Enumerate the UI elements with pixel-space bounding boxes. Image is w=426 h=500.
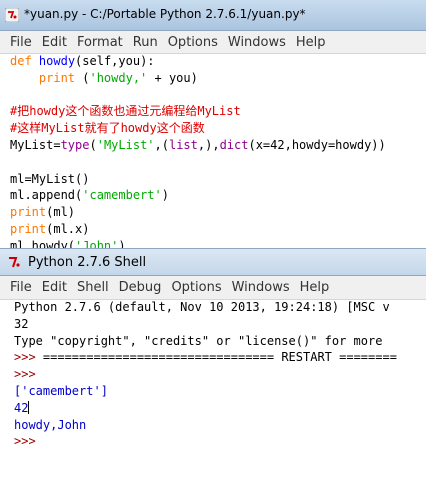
string-literal: 'howdy,' [89,70,148,85]
string-literal: 'John' [75,238,119,248]
menu-run[interactable]: Run [128,32,163,50]
editor-title: *yuan.py - C:/Portable Python 2.7.6.1/yu… [24,7,306,21]
stdout-line-2: 42 [14,400,29,415]
code-line-2: print ('howdy,' + you) [10,71,198,85]
editor-window: *yuan.py - C:/Portable Python 2.7.6.1/yu… [0,0,426,248]
code-line-10: print(ml.x) [10,222,89,236]
menu-format[interactable]: Format [72,32,128,50]
shell-titlebar[interactable]: Python 2.7.6 Shell [0,249,426,276]
menu-options[interactable]: Options [166,276,226,295]
code-text: + you) [147,70,198,85]
text-cursor [28,400,30,414]
code-editor[interactable]: def howdy(self,you): print ('howdy,' + y… [10,53,386,248]
code-line-5: MyList=type('MyList',(list,),dict(x=42,h… [10,138,386,152]
stdout-line-3: howdy,John [14,417,87,432]
menu-debug[interactable]: Debug [114,276,167,295]
code-line-9: print(ml) [10,205,75,219]
shell-output[interactable]: Python 2.7.6 (default, Nov 10 2013, 19:2… [14,299,397,450]
code-line-1: def howdy(self,you): [10,54,155,68]
menu-shell[interactable]: Shell [72,276,114,295]
shell-prompt: >>> [14,434,36,449]
code-text: ( [75,70,90,85]
string-literal: 'MyList' [96,137,155,152]
shell-title: Python 2.7.6 Shell [28,255,147,270]
python-idle-icon [9,257,20,268]
code-text: ,), [197,137,220,152]
shell-prompt: >>> [14,350,36,365]
code-line-11: ml.howdy('John') [10,239,126,248]
code-text: (self,you): [75,54,155,68]
keyword-print: print [38,70,76,85]
menu-windows[interactable]: Windows [223,32,291,50]
code-text: (x=42,howdy=howdy)) [248,137,386,152]
restart-text: ================================ RESTART… [35,350,397,365]
editor-titlebar[interactable]: *yuan.py - C:/Portable Python 2.7.6.1/yu… [0,0,426,31]
code-text: ml.howdy( [10,238,76,248]
code-text: ,( [154,137,169,152]
string-literal: 'camembert' [82,188,162,203]
builtin-dict: dict [219,137,249,152]
builtin-type: type [60,137,90,152]
menu-file[interactable]: File [5,276,37,295]
comment-line-2: #这样MyList就有了howdy这个函数 [10,121,205,136]
menu-options[interactable]: Options [163,32,223,50]
code-text: (ml) [46,205,76,220]
menu-edit[interactable]: Edit [37,276,72,295]
code-line-8: ml.append('camembert') [10,188,169,202]
menu-edit[interactable]: Edit [37,32,72,50]
code-text: ( [89,137,97,152]
keyword-def: def [10,54,32,68]
banner-line-1: Python 2.7.6 (default, Nov 10 2013, 19:2… [14,300,390,314]
stdout-line-1: ['camembert'] [14,383,108,398]
banner-line-3: Type "copyright", "credits" or "license(… [14,333,383,348]
keyword-print: print [10,205,47,220]
comment-line-1: #把howdy这个函数也通过元编程给MyList [10,104,241,119]
builtin-list: list [168,137,198,152]
code-text: ml.append( [10,188,83,203]
code-text: MyList= [10,137,61,152]
keyword-print: print [10,221,47,236]
menu-windows[interactable]: Windows [227,276,295,295]
shell-menubar: File Edit Shell Debug Options Windows Help [0,276,426,300]
menu-file[interactable]: File [5,32,37,50]
editor-menubar: File Edit Format Run Options Windows Help [0,31,426,54]
shell-window: Python 2.7.6 Shell File Edit Shell Debug Opt… [0,248,426,500]
banner-line-2: 32 [14,316,29,331]
code-text: ) [118,238,126,248]
restart-line: >>> ================================ RES… [14,350,397,364]
menu-help[interactable]: Help [295,276,335,295]
menu-help[interactable]: Help [291,32,331,50]
shell-prompt: >>> [14,367,36,382]
code-text: ) [161,188,169,203]
code-line-7: ml=MyList() [10,171,90,186]
function-name: howdy [38,54,76,68]
code-text: (ml.x) [46,221,90,236]
python-idle-icon [5,8,19,22]
